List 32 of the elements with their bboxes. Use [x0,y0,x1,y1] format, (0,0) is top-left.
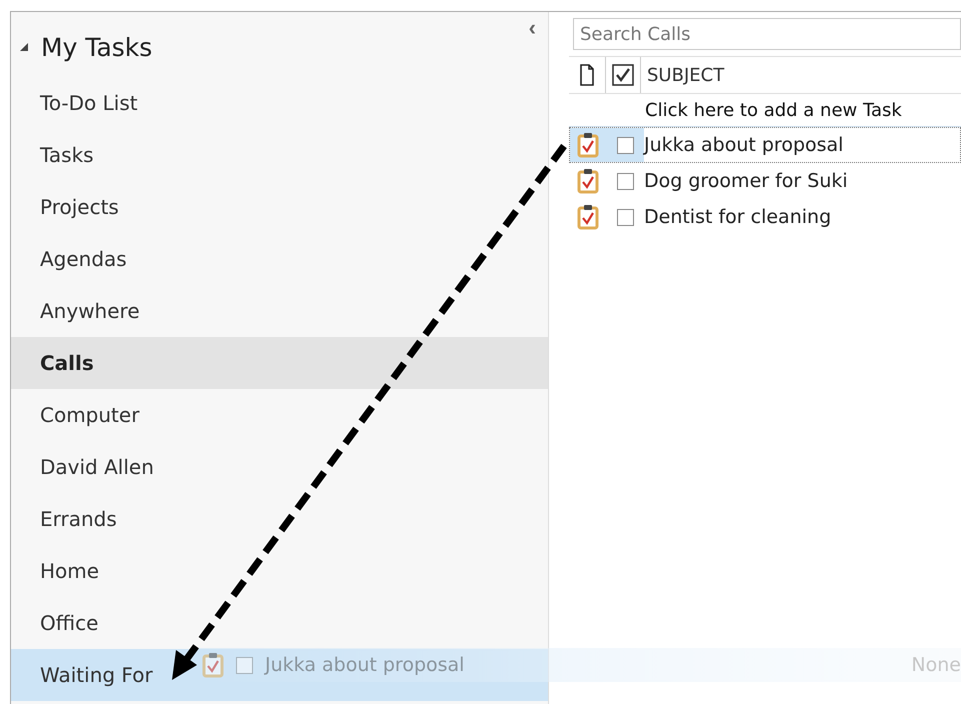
collapse-button[interactable]: ‹ [524,16,540,40]
sidebar-item[interactable]: Tasks [40,143,94,167]
task-subject: Dentist for cleaning [644,206,832,228]
checkbox[interactable] [616,136,634,154]
sidebar-item[interactable]: Home [40,559,100,583]
checkbox[interactable] [616,172,634,190]
sidebar-item[interactable]: Computer [40,403,140,427]
task-subject: Jukka about proposal [265,654,466,676]
checkbox-icon [612,64,634,86]
search-field[interactable]: Search Calls [573,18,961,50]
section-header[interactable]: My Tasks [41,32,152,62]
document-icon [577,63,597,87]
sidebar-item[interactable]: To-Do List [40,91,138,115]
column-header[interactable]: SUBJECT [641,57,724,93]
clipboard-icon [577,204,599,230]
sidebar-item[interactable]: Waiting For [40,663,153,687]
task-subject: Dog groomer for Suki [644,170,848,192]
sidebar-item[interactable]: Anywhere [40,299,140,323]
sidebar-item[interactable]: Office [40,611,98,635]
checkbox[interactable] [616,208,634,226]
clipboard-icon [577,168,599,194]
sidebar-item[interactable]: Agendas [40,247,127,271]
selected-task-row[interactable]: Jukka about proposal [569,127,961,163]
checkbox[interactable] [236,656,253,674]
clipboard-icon [202,652,224,678]
task-subject: Jukka about proposal [644,134,844,156]
clipboard-icon [577,132,599,158]
new-task-row[interactable]: Click here to add a new Task [645,100,902,120]
sidebar-item[interactable]: David Allen [40,455,154,479]
sidebar-item[interactable]: Projects [40,195,119,219]
sidebar-item[interactable]: Calls [40,351,94,375]
sidebar-item[interactable]: Errands [40,507,117,531]
